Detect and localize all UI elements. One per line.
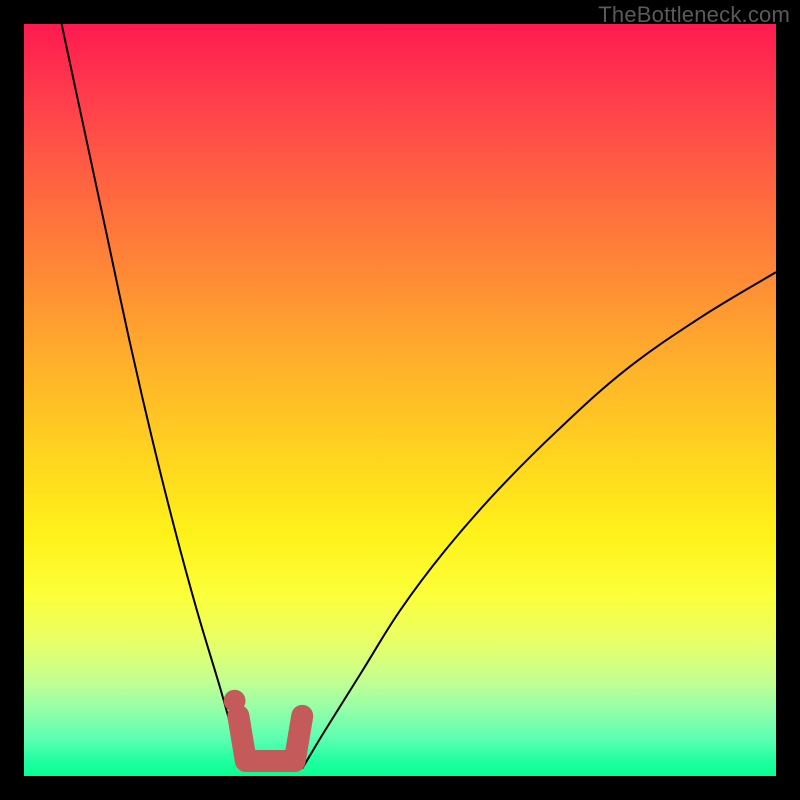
left-curve	[62, 24, 246, 768]
u-marker-path	[238, 716, 302, 761]
u-marker-dot	[224, 690, 246, 712]
watermark-text: TheBottleneck.com	[598, 2, 790, 28]
right-curve	[302, 272, 776, 768]
chart-svg	[24, 24, 776, 776]
chart-frame	[24, 24, 776, 776]
